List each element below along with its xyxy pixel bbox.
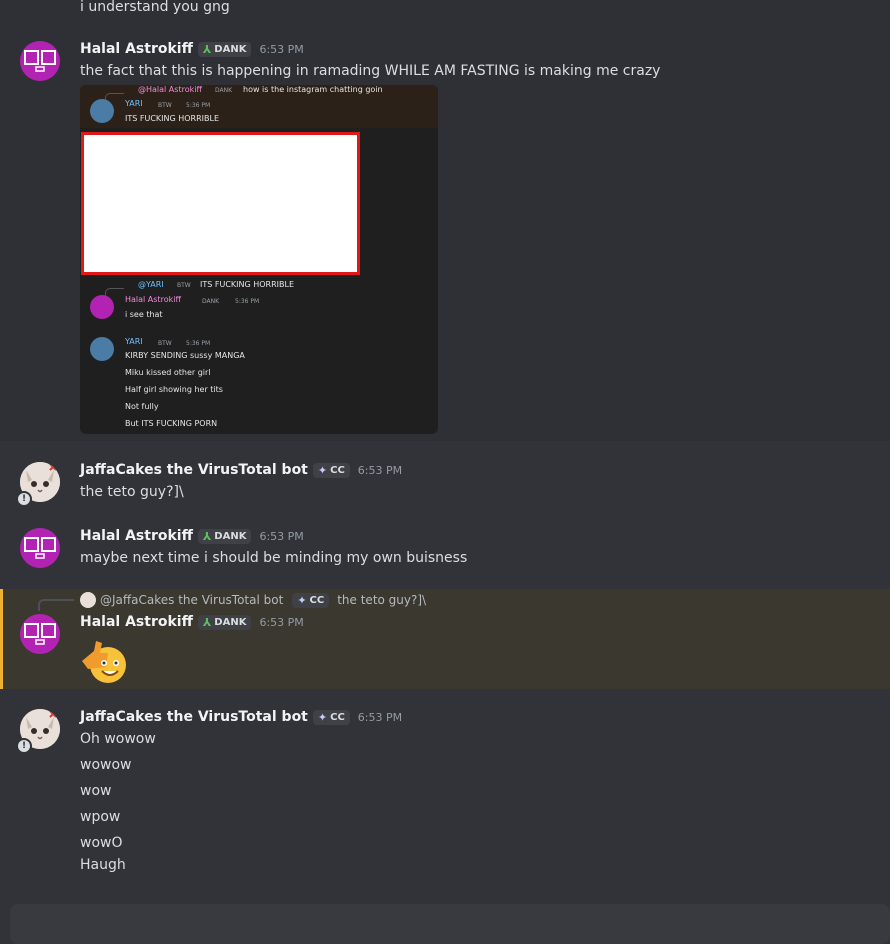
tag-label: CC xyxy=(330,464,345,476)
tag-label: DANK xyxy=(214,530,247,542)
reply-avatar xyxy=(80,592,96,608)
message-header: Halal Astrokiff ⅄ DANK 6:53 PM xyxy=(80,614,304,630)
message-halal-1[interactable]: Halal Astrokiff ⅄ DANK 6:53 PM the fact t… xyxy=(0,36,890,441)
image-reply-text: ITS FUCKING HORRIBLE xyxy=(200,280,295,289)
clock-icon: ! xyxy=(18,493,30,505)
server-tag[interactable]: ✦ CC xyxy=(312,709,350,725)
reply-author[interactable]: @JaffaCakes the VirusTotal bot xyxy=(100,593,283,607)
username[interactable]: Halal Astrokiff xyxy=(80,528,193,544)
thumbs-up-face-emoji xyxy=(82,641,126,683)
image-tag: BTW xyxy=(158,102,172,109)
timestamp[interactable]: 6:53 PM xyxy=(259,43,303,56)
username[interactable]: JaffaCakes the VirusTotal bot xyxy=(80,709,308,725)
image-reply-mention: @YARI xyxy=(138,280,164,289)
avatar-logo-icon xyxy=(24,50,56,72)
username[interactable]: Halal Astrokiff xyxy=(80,41,193,57)
image-reply-mention: @Halal Astrokiff xyxy=(138,85,202,94)
avatar-logo-icon xyxy=(24,623,56,645)
username[interactable]: JaffaCakes the VirusTotal bot xyxy=(80,462,308,478)
username[interactable]: Halal Astrokiff xyxy=(80,614,193,630)
image-text: i see that xyxy=(125,310,163,319)
tag-label: DANK xyxy=(214,616,247,628)
previous-message[interactable]: i understand you gng xyxy=(0,0,890,36)
avatar[interactable] xyxy=(20,41,60,81)
cc-icon: ✦ xyxy=(317,710,328,724)
image-avatar-yari xyxy=(90,337,114,361)
image-text: Miku kissed other girl xyxy=(125,368,211,377)
message-header: JaffaCakes the VirusTotal bot ✦ CC 6:53 P… xyxy=(80,462,402,478)
avatar[interactable] xyxy=(20,528,60,568)
dank-icon: ⅄ xyxy=(202,42,212,56)
image-text: KIRBY SENDING sussy MANGA xyxy=(125,351,245,360)
avatar[interactable] xyxy=(20,614,60,654)
message-line: Oh wowow xyxy=(80,731,156,747)
timestamp[interactable]: 6:53 PM xyxy=(358,464,402,477)
dank-icon: ⅄ xyxy=(202,615,212,629)
image-text: But ITS FUCKING PORN xyxy=(125,419,218,428)
clock-icon: ! xyxy=(18,740,30,752)
image-attachment[interactable]: @Halal Astrokiff DANK how is the instagr… xyxy=(80,85,438,434)
image-username: YARI xyxy=(125,337,143,346)
avatar-logo-icon xyxy=(24,537,56,559)
timestamp[interactable]: 6:53 PM xyxy=(259,616,303,629)
status-indicator: ! xyxy=(16,738,32,754)
server-tag[interactable]: ⅄ DANK xyxy=(197,41,252,57)
message-text: maybe next time i should be minding my o… xyxy=(80,550,468,566)
dank-icon: ⅄ xyxy=(202,529,212,543)
image-tag: DANK xyxy=(202,298,220,305)
image-text: ITS FUCKING HORRIBLE xyxy=(125,114,220,123)
message-text: the teto guy?]\ xyxy=(80,484,184,500)
reply-connector xyxy=(38,599,74,611)
message-line: wow xyxy=(80,783,112,799)
cc-icon: ✦ xyxy=(297,593,307,607)
image-reply-text: how is the instagram chatting goin xyxy=(243,85,383,94)
cc-icon: ✦ xyxy=(317,463,328,477)
reply-tag: ✦ CC xyxy=(292,592,330,608)
image-time: 5:36 PM xyxy=(235,298,260,305)
message-input[interactable] xyxy=(10,904,890,944)
message-header: Halal Astrokiff ⅄ DANK 6:53 PM xyxy=(80,528,304,544)
message-line: wpow xyxy=(80,809,121,825)
image-text: Half girl showing her tits xyxy=(125,385,223,394)
image-text: Not fully xyxy=(125,402,159,411)
message-jaffa-2[interactable]: ! JaffaCakes the VirusTotal bot ✦ CC 6:53… xyxy=(0,689,890,899)
server-tag[interactable]: ⅄ DANK xyxy=(197,614,252,630)
tag-label: CC xyxy=(309,594,325,606)
message-text: i understand you gng xyxy=(80,0,230,15)
redacted-box xyxy=(81,132,360,275)
message-header: Halal Astrokiff ⅄ DANK 6:53 PM xyxy=(80,41,304,57)
image-time: 5:36 PM xyxy=(186,340,211,347)
timestamp[interactable]: 6:53 PM xyxy=(358,711,402,724)
reply-text: the teto guy?]\ xyxy=(337,593,427,607)
image-avatar-halal xyxy=(90,295,114,319)
tag-label: CC xyxy=(330,711,345,723)
message-jaffa-1[interactable]: ! JaffaCakes the VirusTotal bot ✦ CC 6:53… xyxy=(0,441,890,524)
image-reply-tag: DANK xyxy=(215,87,233,94)
image-reply-tag: BTW xyxy=(177,282,191,289)
timestamp[interactable]: 6:53 PM xyxy=(259,530,303,543)
image-tag: BTW xyxy=(158,340,172,347)
message-halal-2[interactable]: Halal Astrokiff ⅄ DANK 6:53 PM maybe next… xyxy=(0,524,890,589)
image-username: YARI xyxy=(125,99,143,108)
message-line: wowO xyxy=(80,835,123,851)
image-avatar-yari xyxy=(90,99,114,123)
image-username: Halal Astrokiff xyxy=(125,295,181,304)
reply-preview[interactable]: @JaffaCakes the VirusTotal bot ✦ CC the t… xyxy=(80,592,426,608)
server-tag[interactable]: ⅄ DANK xyxy=(197,528,252,544)
server-tag[interactable]: ✦ CC xyxy=(312,462,350,478)
message-header: JaffaCakes the VirusTotal bot ✦ CC 6:53 P… xyxy=(80,709,402,725)
tag-label: DANK xyxy=(214,43,247,55)
message-line: Haugh xyxy=(80,857,126,873)
message-text: the fact that this is happening in ramad… xyxy=(80,63,661,79)
status-indicator: ! xyxy=(16,491,32,507)
message-line: wowow xyxy=(80,757,132,773)
image-time: 5:36 PM xyxy=(186,102,211,109)
